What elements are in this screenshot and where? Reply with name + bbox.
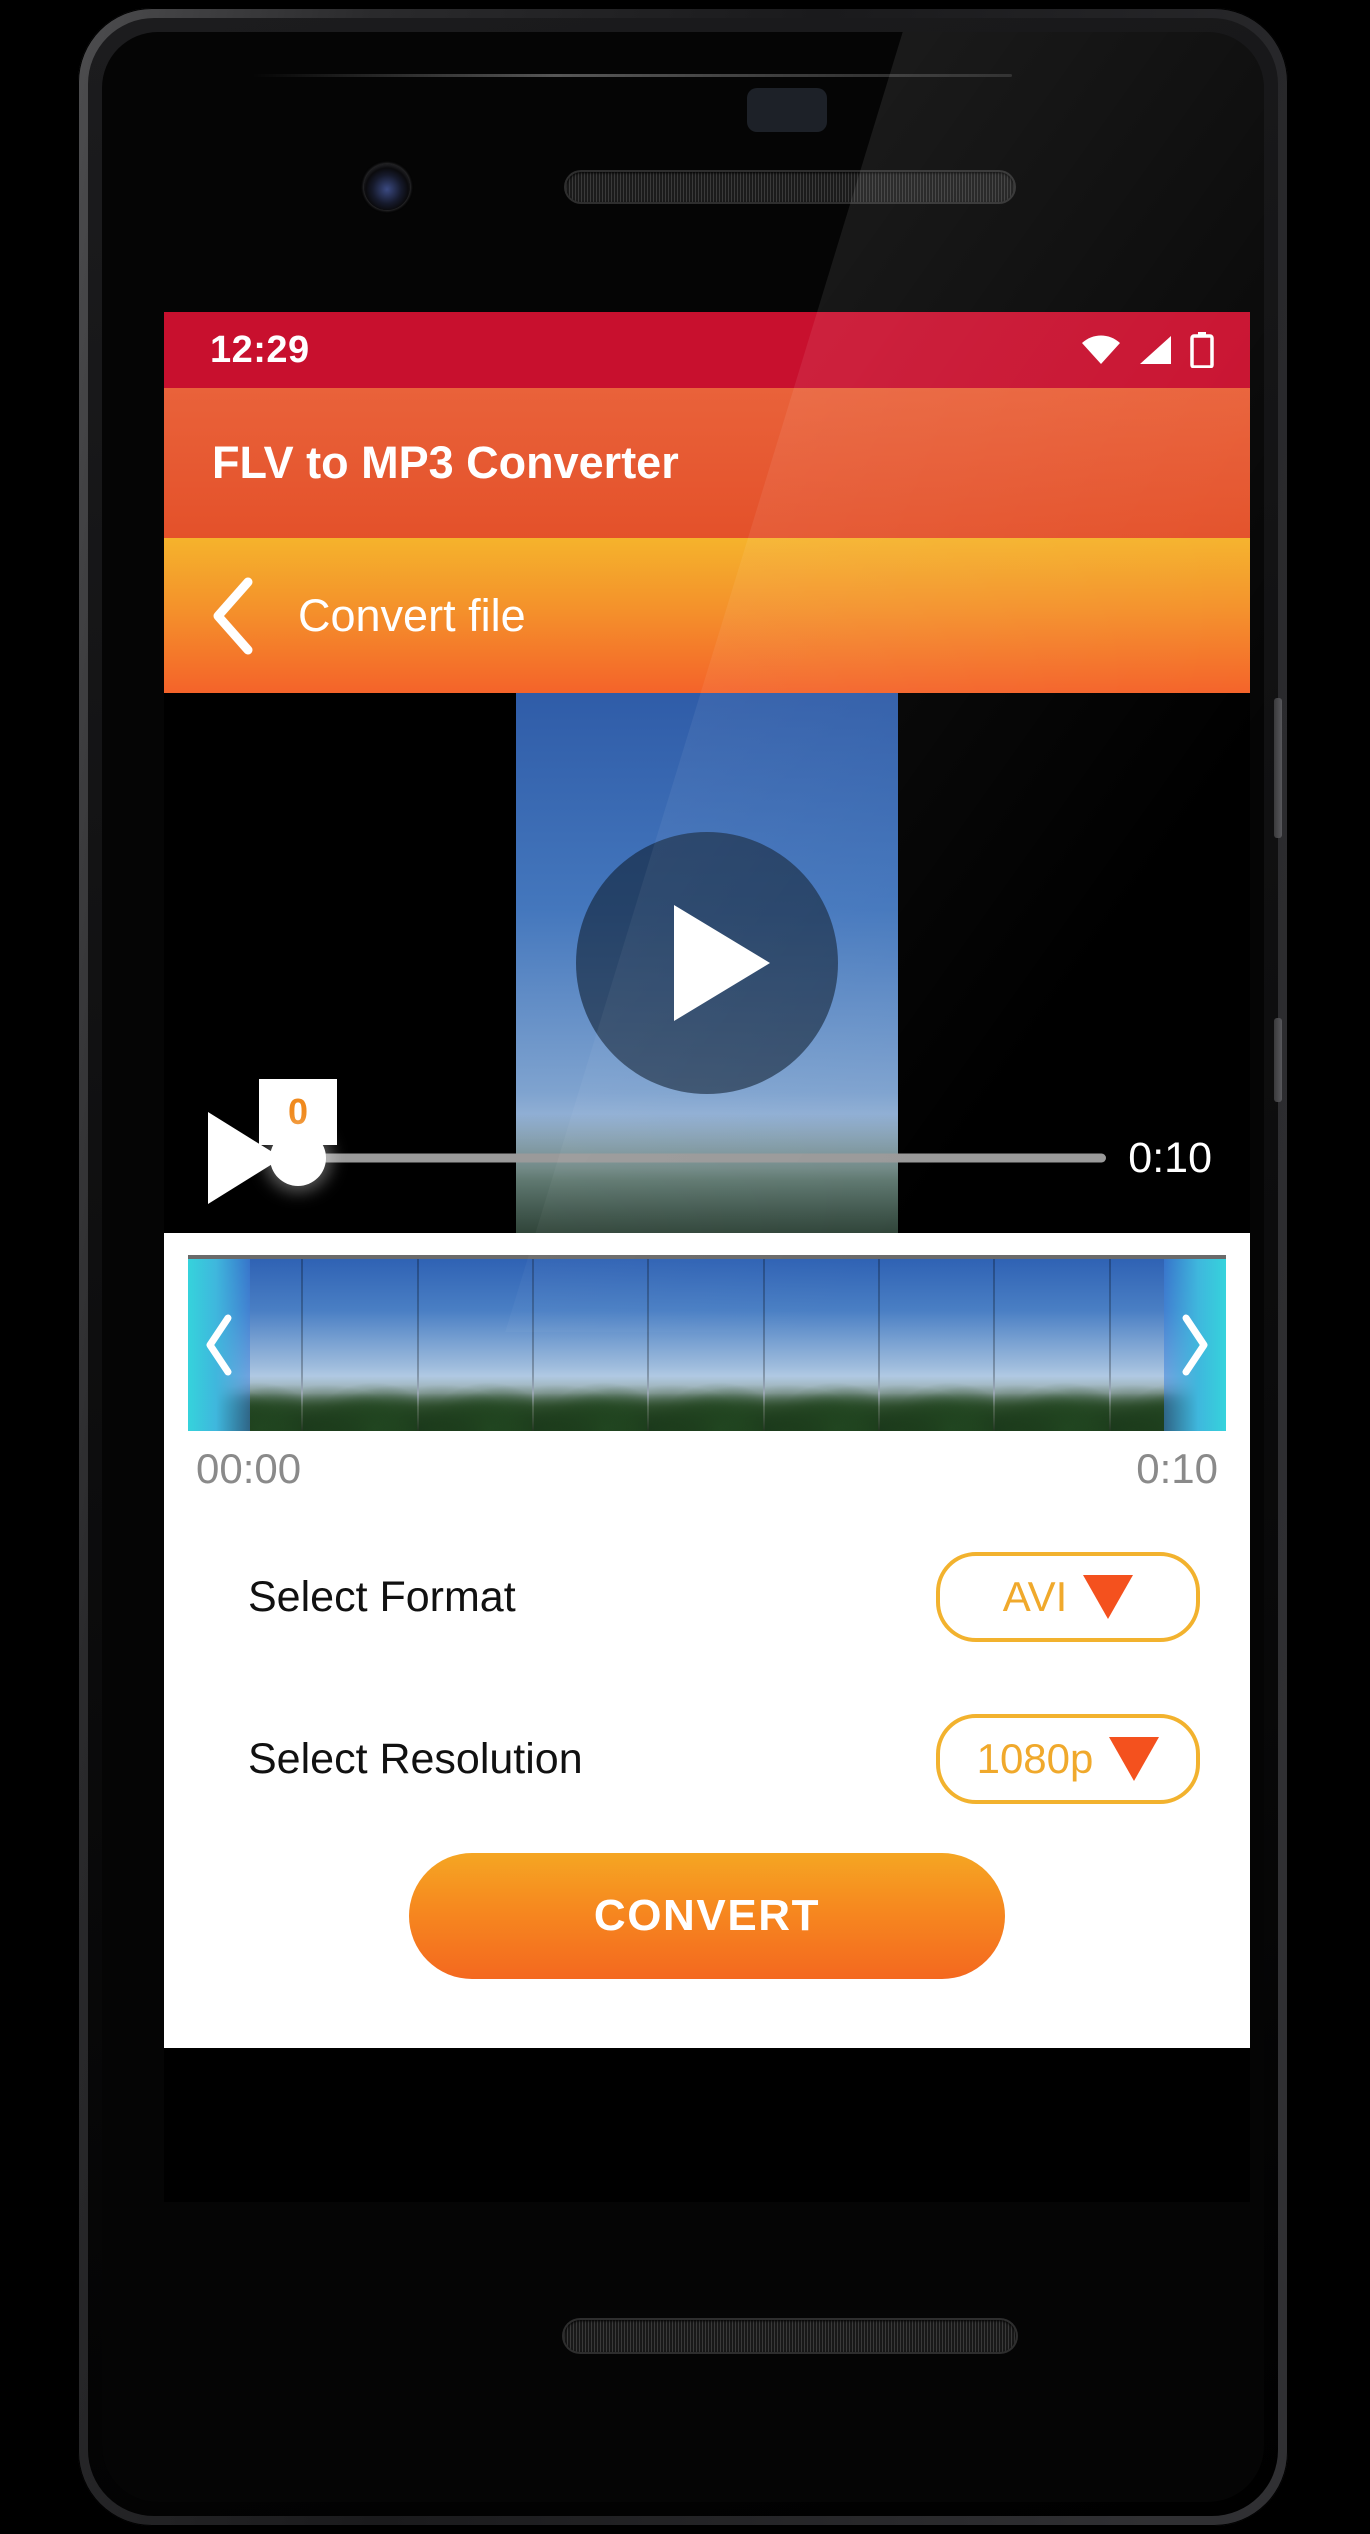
battery-icon [1190,332,1214,368]
video-duration-label: 0:10 [1128,1133,1212,1182]
video-trimmer-filmstrip[interactable] [188,1255,1226,1431]
trim-end-time: 0:10 [1136,1445,1218,1492]
front-camera-lens [364,164,410,210]
seek-bar[interactable]: 0 [259,1079,1107,1233]
convert-action-area: CONVERT [188,1819,1226,1979]
filmstrip-thumbnail [764,1259,880,1431]
caret-down-icon [1083,1575,1134,1619]
earpiece-speaker [566,172,1014,202]
power-button[interactable] [1274,698,1282,838]
resolution-dropdown[interactable]: 1080p [936,1714,1200,1804]
play-button-overlay[interactable] [576,832,838,1094]
glass-highlight [252,74,1012,77]
volume-button[interactable] [1274,1018,1282,1102]
chevron-left-icon [206,1314,232,1376]
status-bar: 12:29 [164,312,1250,388]
resolution-option-row: Select Resolution 1080p [188,1699,1226,1819]
trim-start-handle[interactable] [188,1259,250,1431]
screen-header-bar: Convert file [164,538,1250,693]
filmstrip-thumbnail [995,1259,1111,1431]
filmstrip-thumbnail [303,1259,419,1431]
video-controls: 0 0:10 [164,1079,1250,1233]
format-value: AVI [1002,1573,1068,1620]
status-bar-clock: 12:29 [210,328,310,371]
format-option-row: Select Format AVI [188,1537,1226,1657]
chevron-right-icon [1182,1314,1208,1376]
signal-icon [1140,336,1171,364]
app-title: FLV to MP3 Converter [212,437,679,488]
format-label: Select Format [248,1572,516,1621]
trim-time-labels: 00:00 0:10 [188,1431,1226,1493]
status-bar-icons [1082,332,1214,368]
phone-screen: 12:29 FLV to MP3 Converter Convert file … [164,312,1250,2202]
phone-mockup: 12:29 FLV to MP3 Converter Convert file … [78,8,1288,2526]
caret-down-icon [1109,1737,1160,1781]
filmstrip-thumbnail [649,1259,765,1431]
phone-glass: 12:29 FLV to MP3 Converter Convert file … [102,32,1264,2502]
trim-end-handle[interactable] [1164,1259,1226,1431]
wifi-icon [1082,335,1120,364]
resolution-label: Select Resolution [248,1734,583,1783]
seek-thumb[interactable] [270,1130,326,1186]
trim-start-time: 00:00 [196,1445,302,1492]
convert-button[interactable]: CONVERT [409,1853,1005,1979]
seek-track[interactable] [288,1153,1107,1163]
bottom-speaker-grille [564,2320,1016,2352]
phone-body: 12:29 FLV to MP3 Converter Convert file … [88,18,1282,2516]
filmstrip-thumbnail [533,1259,650,1431]
play-icon [674,905,770,1021]
screen-title: Convert file [298,589,526,641]
chevron-left-icon[interactable] [208,576,256,656]
options-card: 00:00 0:10 Select Format AVI Select Reso… [164,1233,1250,2048]
filmstrip-thumbnail [879,1259,996,1431]
format-dropdown[interactable]: AVI [936,1552,1200,1642]
filmstrip-thumbnail [418,1259,534,1431]
app-bar: FLV to MP3 Converter [164,388,1250,538]
proximity-sensor [747,88,827,132]
resolution-value: 1080p [976,1735,1094,1782]
